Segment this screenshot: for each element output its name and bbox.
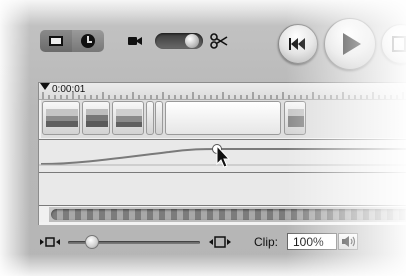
zoom-out-icon[interactable]: [40, 236, 60, 248]
scissors-icon: [210, 33, 228, 49]
clip-view-icon: [49, 36, 63, 46]
imovie-window: 0:00:01 Clip: 100%: [0, 0, 406, 276]
clip-volume-field[interactable]: 100%: [287, 233, 337, 250]
scroll-start-cap: [39, 207, 49, 222]
transition-clip[interactable]: [155, 101, 163, 135]
timeline-viewer-button[interactable]: [72, 30, 104, 52]
speaker-icon: [342, 236, 356, 247]
mode-switch-knob[interactable]: [185, 34, 199, 48]
time-ruler[interactable]: 0:00:01: [39, 83, 406, 100]
rewind-button[interactable]: [278, 24, 318, 64]
mouse-cursor: [216, 145, 231, 168]
video-clip[interactable]: [42, 101, 80, 135]
view-switch[interactable]: [40, 30, 104, 52]
video-track: [41, 100, 406, 138]
fullscreen-play-button[interactable]: [381, 24, 406, 64]
video-clip[interactable]: [284, 101, 306, 135]
clip-thumbnail: [288, 109, 304, 127]
playhead[interactable]: [40, 83, 50, 90]
clip-viewer-button[interactable]: [40, 30, 72, 52]
audio-track[interactable]: [39, 173, 406, 206]
speaker-button[interactable]: [338, 233, 358, 250]
ruler-ticks: [42, 92, 404, 99]
rewind-icon: [289, 38, 305, 50]
video-clip[interactable]: [112, 101, 144, 135]
video-clip[interactable]: [165, 101, 281, 135]
scrollbar-thumb[interactable]: [51, 209, 406, 220]
playhead-time: 0:00:01: [52, 84, 86, 95]
camera-icon: [128, 37, 142, 45]
play-icon: [343, 33, 361, 55]
play-button[interactable]: [324, 18, 376, 70]
video-clip[interactable]: [82, 101, 110, 135]
camera-edit-mode-switch[interactable]: [155, 33, 203, 49]
clock-icon: [81, 34, 95, 48]
zoom-slider-thumb[interactable]: [84, 235, 99, 249]
clip-volume-label: Clip:: [254, 235, 279, 249]
clip-thumbnail: [46, 109, 78, 127]
transition-clip[interactable]: [146, 101, 154, 135]
timeline-scrollbar[interactable]: [39, 207, 406, 222]
clip-thumbnail: [116, 109, 142, 127]
clip-thumbnail: [86, 109, 108, 127]
fullscreen-play-icon: [392, 36, 406, 52]
zoom-in-icon[interactable]: [209, 236, 231, 248]
